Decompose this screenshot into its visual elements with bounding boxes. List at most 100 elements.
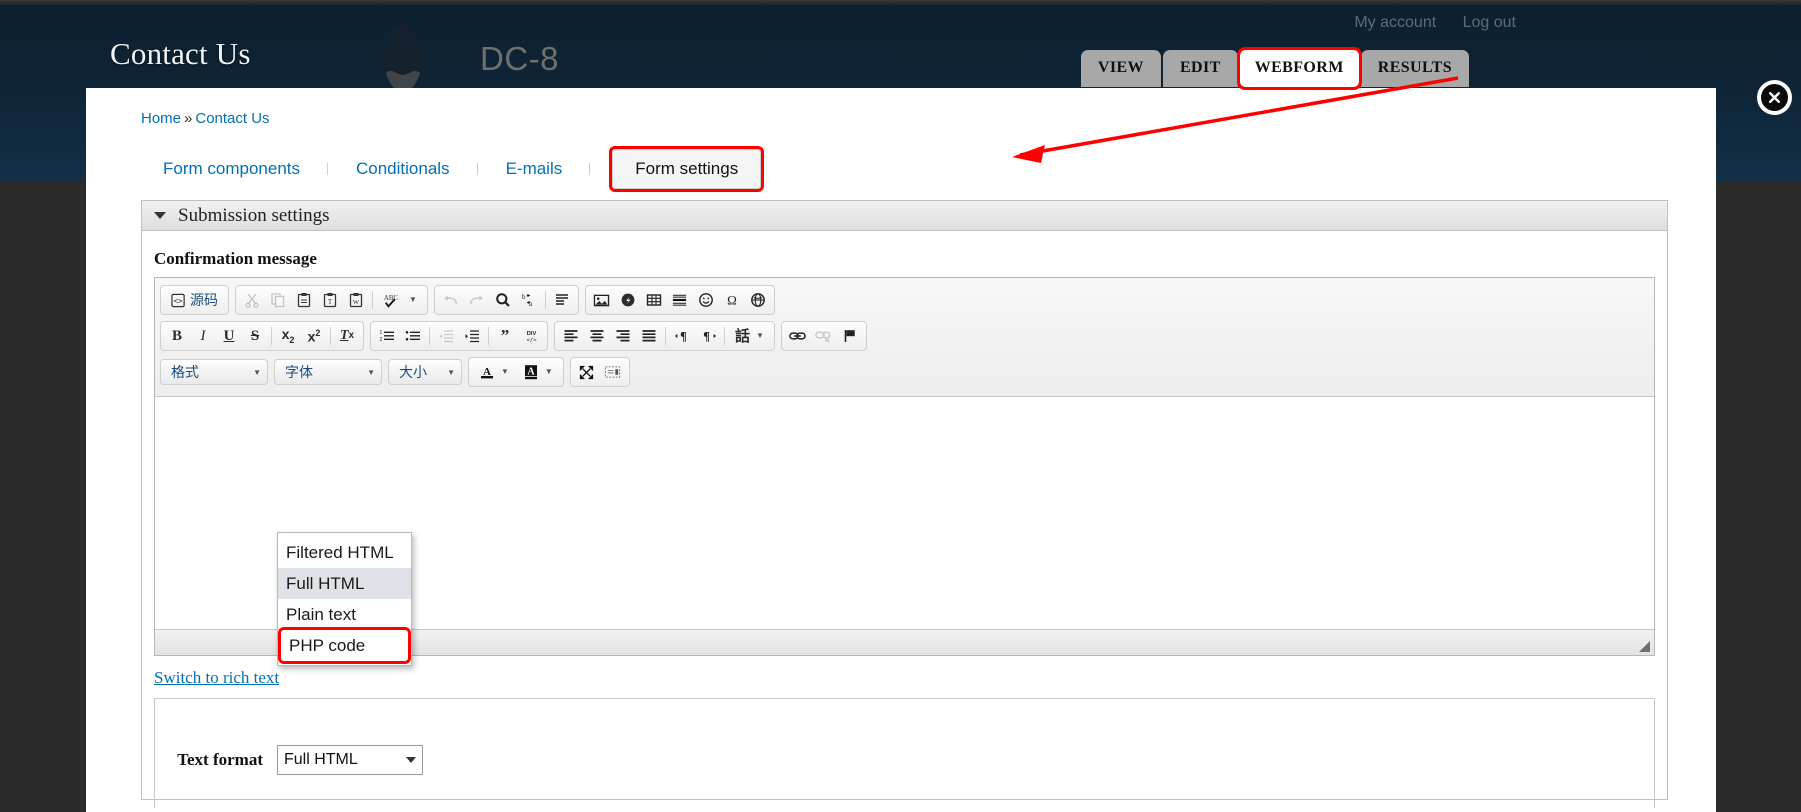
strikethrough-icon[interactable]: S [242,324,268,348]
indent-icon[interactable] [459,324,485,348]
unlink-icon[interactable] [811,324,837,348]
submission-settings-title: Submission settings [178,204,330,226]
tab-form-settings[interactable]: Form settings [609,146,765,192]
rtl-icon[interactable]: ¶ [695,324,721,348]
paste-word-icon[interactable]: W [343,288,369,312]
font-combo-label: 字体 [285,364,313,380]
ltr-icon[interactable]: ¶ [669,324,695,348]
svg-text:T: T [328,298,333,306]
submission-settings-legend[interactable]: Submission settings [142,201,1667,231]
chevron-down-icon: ▼ [409,295,417,304]
caret-down-icon[interactable] [154,212,166,219]
align-right-icon[interactable] [610,324,636,348]
toolbar-group-clipboard: T W ABC ▼ [235,285,428,315]
browser-chrome-strip [0,0,1801,5]
tab-edit[interactable]: EDIT [1162,50,1238,87]
special-char-icon[interactable]: Ω [719,288,745,312]
dropdown-option-full-html[interactable]: Full HTML [278,568,411,599]
tab-emails[interactable]: E-mails [478,159,591,179]
breadcrumb-home[interactable]: Home [141,110,181,127]
source-label: 源码 [190,292,218,308]
horizontal-rule-icon[interactable] [667,288,693,312]
link-icon[interactable] [785,324,811,348]
dropdown-option-php-code[interactable]: PHP code [278,627,411,664]
editor-toolbar-row-1: <> 源码 T W ABC ▼ b a Ω [158,282,1651,318]
numbered-list-icon[interactable]: 12 [374,324,400,348]
source-glyph: <> [171,293,185,307]
dropdown-option-plain-text[interactable]: Plain text [278,599,411,630]
toolbar-group-basicstyles: B I U S x2 x2 Tx [160,321,364,351]
drupal-droplet-icon [382,19,424,93]
dropdown-option-filtered-html[interactable]: Filtered HTML [278,537,411,568]
svg-text:b: b [522,293,526,301]
bulleted-list-icon[interactable] [400,324,426,348]
cut-icon[interactable] [239,288,265,312]
maximize-icon[interactable] [574,360,600,384]
smiley-icon[interactable] [693,288,719,312]
remove-format-icon[interactable]: Tx [334,324,360,348]
editor-toolbar-row-3: 格式 ▼ 字体 ▼ 大小 ▼ A ▼ A ▼ [158,354,1651,390]
tab-form-components[interactable]: Form components [141,159,328,179]
outdent-icon[interactable] [433,324,459,348]
paste-icon[interactable] [291,288,317,312]
undo-icon[interactable] [438,288,464,312]
find-icon[interactable] [490,288,516,312]
superscript-icon[interactable]: x2 [301,324,327,348]
size-combo[interactable]: 大小 ▼ [388,359,462,385]
screenshot-root: Contact Us DC-8 My account Log out VIEW … [0,0,1801,812]
svg-text:2: 2 [380,337,383,343]
bg-color-icon[interactable]: A ▼ [516,360,560,384]
toolbar-separator [429,327,430,345]
bold-icon[interactable]: B [164,324,190,348]
select-all-icon[interactable] [549,288,575,312]
redo-icon[interactable] [464,288,490,312]
toolbar-group-insert: Ω [584,285,775,315]
copy-icon[interactable] [265,288,291,312]
tab-conditionals[interactable]: Conditionals [328,159,478,179]
iframe-icon[interactable] [745,288,771,312]
justify-icon[interactable] [636,324,662,348]
align-center-icon[interactable] [584,324,610,348]
underline-icon[interactable]: U [216,324,242,348]
breadcrumb-current[interactable]: Contact Us [195,110,269,127]
image-icon[interactable] [589,288,615,312]
tab-results[interactable]: RESULTS [1360,50,1469,87]
toolbar-separator [544,291,546,309]
source-icon[interactable]: <> 源码 [164,288,225,312]
text-format-select[interactable]: Full HTML [277,745,423,775]
format-combo[interactable]: 格式 ▼ [160,359,268,385]
text-color-icon[interactable]: A ▼ [472,360,516,384]
site-name: Contact Us [110,36,251,71]
editor-resize-handle[interactable] [1639,641,1650,652]
paste-text-icon[interactable]: T [317,288,343,312]
create-div-icon[interactable]: DIV </> [518,324,544,348]
close-icon[interactable] [1761,84,1788,111]
tab-view[interactable]: VIEW [1080,50,1161,87]
replace-icon[interactable]: ba [516,288,542,312]
close-x-glyph [1769,92,1780,103]
spellcheck-icon[interactable]: ABC ▼ [376,288,424,312]
dc-version-label: DC-8 [480,40,560,77]
tab-divider [589,163,591,175]
chevron-down-icon: ▼ [544,367,553,376]
svg-text:a: a [529,300,533,308]
switch-to-rich-text-link[interactable]: Switch to rich text [154,668,279,688]
italic-icon[interactable]: I [190,324,216,348]
tab-form-components-label: Form components [163,159,300,178]
toolbar-group-editing: ba [433,285,579,315]
text-format-dropdown[interactable]: Filtered HTML Full HTML Plain text PHP c… [277,532,412,666]
secondary-tabs: Form components Conditionals E-mails For… [141,146,765,192]
svg-text:W: W [353,299,360,306]
log-out-link[interactable]: Log out [1463,14,1516,31]
flash-icon[interactable] [615,288,641,312]
subscript-icon[interactable]: x2 [275,324,301,348]
show-blocks-icon[interactable] [600,360,626,384]
align-left-icon[interactable] [558,324,584,348]
font-combo[interactable]: 字体 ▼ [274,359,382,385]
my-account-link[interactable]: My account [1354,14,1436,31]
tab-webform[interactable]: WEBFORM [1236,47,1362,90]
blockquote-icon[interactable]: ” [492,324,518,348]
language-icon[interactable]: 話 ▼ [728,324,771,348]
table-icon[interactable] [641,288,667,312]
anchor-icon[interactable] [837,324,863,348]
